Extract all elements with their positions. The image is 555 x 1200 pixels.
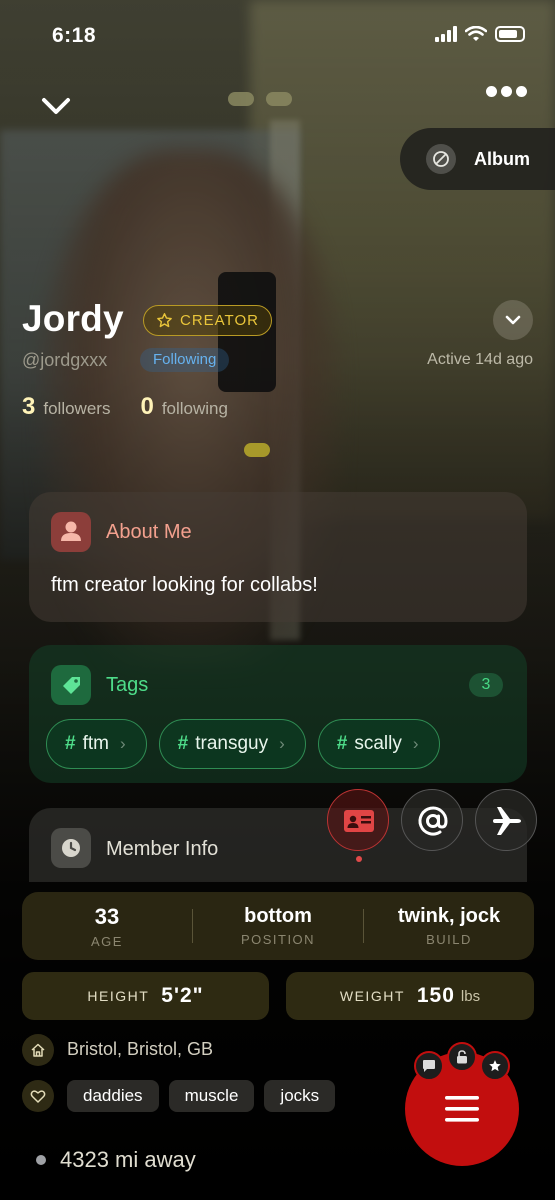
tag-icon	[51, 665, 91, 705]
at-icon	[418, 806, 448, 836]
about-card: About Me ftm creator looking for collabs…	[29, 492, 527, 622]
album-button[interactable]: Album	[400, 128, 555, 190]
travel-button[interactable]	[475, 789, 537, 851]
position-stat: bottom POSITION	[193, 905, 363, 947]
build-stat: twink, jock BUILD	[364, 905, 534, 947]
tag-chip[interactable]: # ftm ›	[46, 719, 147, 769]
id-card-button[interactable]	[327, 789, 389, 862]
tag-label: scally	[354, 733, 402, 754]
creator-badge: CREATOR	[143, 305, 272, 336]
expand-profile-button[interactable]	[493, 300, 533, 340]
tag-hash: #	[177, 733, 189, 754]
favorite-button[interactable]	[480, 1051, 510, 1081]
star-icon	[489, 1060, 501, 1072]
height-stat: HEIGHT 5'2"	[22, 972, 269, 1020]
tag-label: transguy	[195, 733, 269, 754]
star-icon	[157, 313, 172, 328]
heart-icon	[22, 1080, 54, 1112]
tag-chip[interactable]: # scally ›	[317, 719, 440, 769]
chevron-right-icon: ›	[412, 734, 419, 753]
unlock-icon	[457, 1050, 467, 1064]
tag-hash: #	[336, 733, 348, 754]
clock-icon	[51, 828, 91, 868]
tags-title: Tags	[106, 674, 149, 696]
weight-stat: WEIGHT 150 lbs	[286, 972, 534, 1020]
photo-page-indicator[interactable]	[228, 92, 292, 457]
follow-stats: 3 followers 0 following	[22, 393, 228, 421]
weight-label: WEIGHT	[339, 988, 405, 1004]
age-stat: 33 AGE	[22, 904, 192, 949]
page-dot	[228, 92, 254, 106]
build-label: BUILD	[426, 932, 472, 947]
profile-name: Jordy	[22, 298, 124, 339]
tags-count: 3	[469, 673, 503, 697]
status-bar: 6:18	[0, 20, 555, 50]
album-label: Album	[474, 148, 530, 169]
distance-row: 4323 mi away	[36, 1147, 196, 1173]
member-info-title: Member Info	[106, 838, 219, 860]
more-dots-icon[interactable]	[486, 86, 527, 97]
weight-unit: lbs	[460, 987, 481, 1005]
chevron-right-icon: ›	[119, 734, 126, 753]
page-dot	[266, 92, 292, 106]
like-chip[interactable]: daddies	[67, 1080, 159, 1112]
id-card-icon	[344, 810, 374, 832]
profile-handle: @jordgxxx	[22, 350, 108, 370]
chat-button[interactable]	[414, 1051, 444, 1081]
status-time: 6:18	[52, 24, 97, 47]
following-badge[interactable]: Following	[140, 348, 230, 372]
position-value: bottom	[244, 905, 312, 927]
followers-count[interactable]: 3	[22, 393, 35, 421]
mention-button[interactable]	[401, 789, 463, 851]
hamburger-icon	[445, 1096, 479, 1122]
tag-chip[interactable]: # transguy ›	[158, 719, 306, 769]
about-title: About Me	[106, 521, 192, 543]
tags-card: Tags 3 # ftm › # transguy › # scally ›	[29, 645, 527, 783]
battery-icon	[495, 26, 525, 42]
plane-icon	[493, 807, 521, 835]
following-count[interactable]: 0	[140, 393, 153, 421]
chevron-down-icon[interactable]	[38, 88, 74, 124]
last-active: Active 14d ago	[427, 351, 533, 368]
home-icon	[22, 1034, 54, 1066]
weight-value: 150	[416, 984, 455, 1007]
block-icon	[426, 144, 456, 174]
distance-text: 4323 mi away	[60, 1147, 196, 1172]
age-label: AGE	[91, 933, 123, 949]
unlock-button[interactable]	[447, 1042, 477, 1072]
position-label: POSITION	[240, 932, 316, 947]
following-label[interactable]: following	[162, 399, 228, 419]
chevron-down-icon	[505, 315, 521, 325]
about-text: ftm creator looking for collabs!	[51, 574, 318, 596]
page-dot-active	[244, 443, 270, 457]
creator-badge-label: CREATOR	[180, 312, 259, 329]
person-icon	[51, 512, 91, 552]
tag-list: # ftm › # transguy › # scally ›	[46, 719, 440, 769]
like-chip[interactable]: muscle	[168, 1080, 255, 1112]
signal-icon	[435, 26, 457, 42]
chat-icon	[423, 1060, 435, 1072]
age-value: 33	[94, 903, 120, 929]
followers-label[interactable]: followers	[43, 399, 110, 419]
build-value: twink, jock	[397, 905, 501, 927]
member-stats: 33 AGE bottom POSITION twink, jock BUILD	[22, 892, 534, 960]
wifi-icon	[465, 26, 487, 41]
tag-hash: #	[65, 733, 76, 754]
location-text: Bristol, Bristol, GB	[67, 1039, 214, 1059]
height-label: HEIGHT	[87, 988, 150, 1004]
like-chip[interactable]: jocks	[264, 1080, 336, 1112]
height-value: 5'2"	[161, 984, 204, 1007]
likes-list: daddies muscle jocks	[67, 1080, 336, 1112]
online-dot	[36, 1155, 46, 1165]
chevron-right-icon: ›	[279, 734, 285, 753]
tag-label: ftm	[82, 733, 109, 754]
